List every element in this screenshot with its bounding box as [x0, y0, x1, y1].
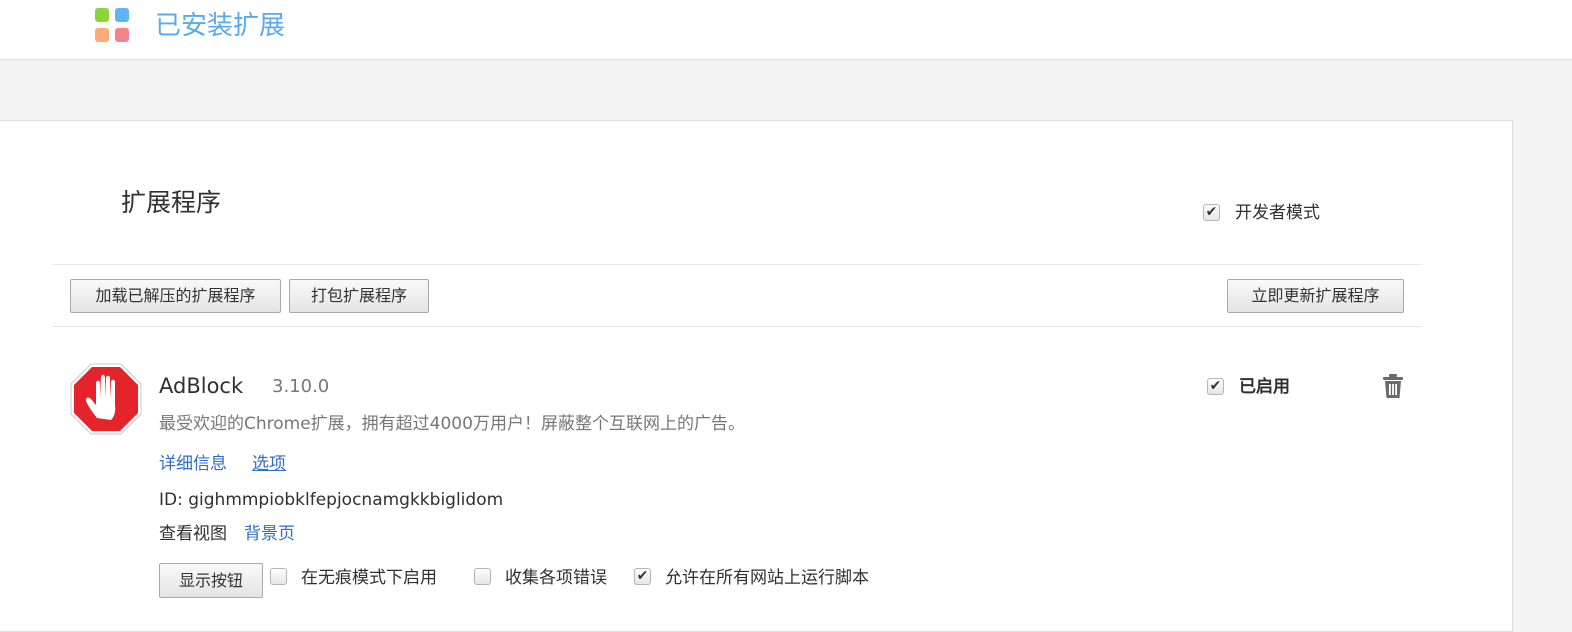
- extension-description: 最受欢迎的Chrome扩展，拥有超过4000万用户！屏蔽整个互联网上的广告。: [159, 414, 745, 434]
- background-page-link[interactable]: 背景页: [244, 522, 295, 546]
- extension-name: AdBlock: [159, 374, 244, 398]
- developer-mode-checkbox[interactable]: ✔: [1203, 204, 1220, 221]
- update-extensions-button[interactable]: 立即更新扩展程序: [1227, 279, 1404, 313]
- load-unpacked-button[interactable]: 加载已解压的扩展程序: [70, 279, 281, 313]
- divider: [52, 326, 1422, 327]
- enabled-label: 已启用: [1239, 377, 1290, 397]
- developer-mode-label: 开发者模式: [1235, 203, 1320, 223]
- incognito-checkbox[interactable]: [270, 568, 287, 585]
- extension-id: ID: gighmmpiobklfepjocnamgkkbiglidom: [159, 490, 504, 510]
- options-link[interactable]: 选项: [252, 452, 286, 476]
- show-button-button[interactable]: 显示按钮: [159, 563, 263, 598]
- divider: [52, 264, 1422, 265]
- collect-errors-label: 收集各项错误: [505, 568, 607, 588]
- inspect-views-label: 查看视图: [159, 524, 227, 544]
- collect-errors-checkbox[interactable]: [474, 568, 491, 585]
- enabled-checkbox[interactable]: ✔: [1207, 378, 1224, 395]
- app-title: 已安装扩展: [155, 11, 286, 41]
- extensions-grid-icon: [95, 8, 129, 42]
- incognito-label: 在无痕模式下启用: [301, 568, 437, 588]
- details-link[interactable]: 详细信息: [159, 452, 227, 476]
- all-urls-label: 允许在所有网站上运行脚本: [665, 568, 869, 588]
- adblock-stop-hand-icon: [70, 363, 142, 435]
- pack-extension-button[interactable]: 打包扩展程序: [289, 279, 429, 313]
- all-urls-checkbox[interactable]: ✔: [634, 568, 651, 585]
- page-title: 扩展程序: [121, 188, 222, 217]
- extension-version: 3.10.0: [272, 376, 330, 397]
- trash-icon[interactable]: [1382, 373, 1404, 399]
- top-bar: 已安装扩展: [0, 0, 1572, 60]
